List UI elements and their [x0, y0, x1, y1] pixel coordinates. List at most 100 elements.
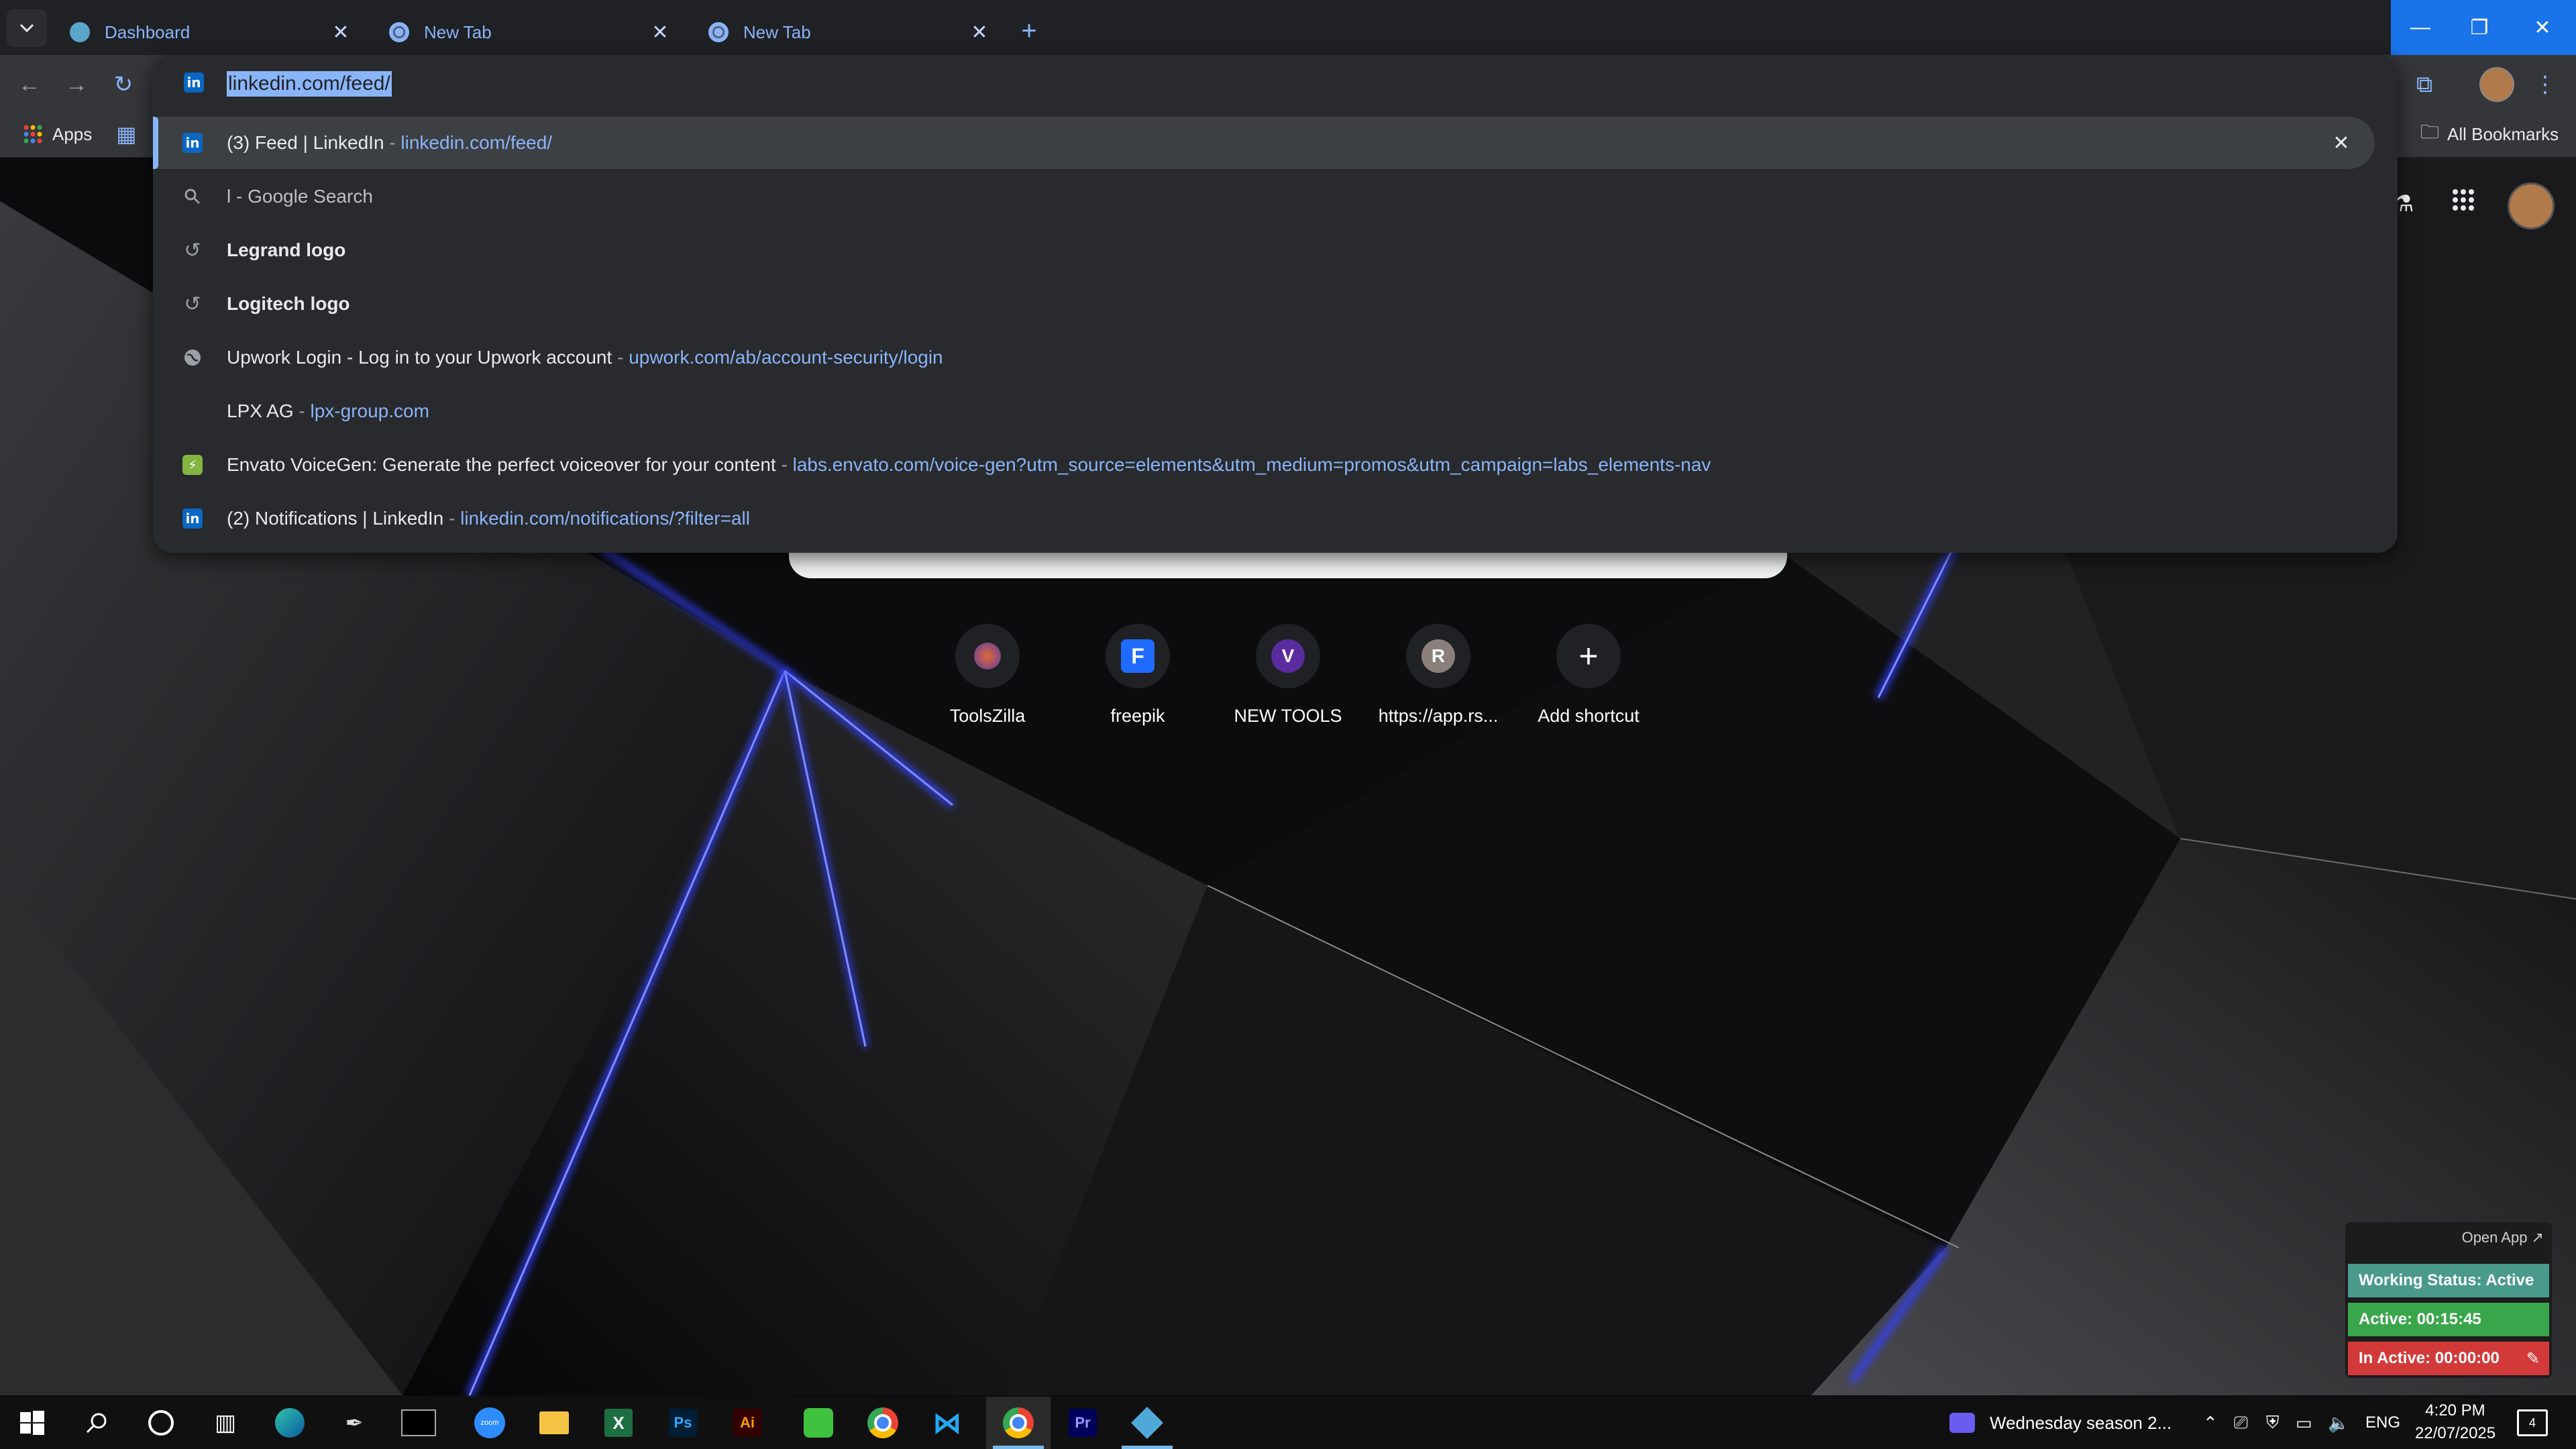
suggestion-text: (2) Notifications | LinkedIn - linkedin.… — [227, 508, 750, 529]
edge-icon[interactable] — [258, 1397, 322, 1449]
search-icon[interactable] — [64, 1397, 129, 1449]
zoom-icon[interactable]: zoom — [458, 1397, 522, 1449]
network-icon[interactable]: ▭ — [2296, 1397, 2312, 1449]
plus-icon: + — [1556, 624, 1621, 688]
system-clock[interactable]: 4:20 PM 22/07/2025 — [2415, 1399, 2496, 1445]
restore-button[interactable]: ❐ — [2450, 0, 2509, 55]
illustrator-icon[interactable]: Ai — [715, 1397, 780, 1449]
shortcut-toolszilla[interactable]: ToolsZilla — [914, 624, 1061, 727]
suggestion-text: Upwork Login - Log in to your Upwork acc… — [227, 347, 943, 368]
green-app-icon[interactable] — [786, 1397, 851, 1449]
tab-new-tab-2[interactable]: New Tab ✕ — [692, 9, 1008, 55]
new-tab-button[interactable]: + — [1012, 13, 1046, 48]
shortcut-label: https://app.rs... — [1378, 706, 1499, 726]
suggestion-text: Logitech logo — [227, 293, 350, 314]
excel-icon[interactable]: X — [586, 1397, 651, 1449]
profile-avatar[interactable] — [2478, 66, 2516, 103]
cortana-icon[interactable] — [129, 1397, 193, 1449]
shortcut-label: ToolsZilla — [949, 706, 1026, 726]
file-explorer-icon[interactable] — [522, 1397, 586, 1449]
tab-title: New Tab — [424, 21, 492, 42]
edit-pencil-icon[interactable]: ✎ — [2526, 1349, 2540, 1368]
account-avatar[interactable] — [2508, 182, 2555, 229]
apps-label: Apps — [52, 123, 93, 144]
suggestion-upwork-login[interactable]: Upwork Login - Log in to your Upwork acc… — [153, 331, 2398, 384]
inactive-time-bar: In Active: 00:00:00 ✎ — [2348, 1342, 2549, 1375]
close-tab-icon[interactable]: ✕ — [648, 20, 672, 44]
photoshop-icon[interactable]: Ps — [651, 1397, 715, 1449]
globe-icon — [181, 346, 204, 369]
linkedin-icon: in — [184, 72, 204, 93]
terminal-icon[interactable] — [386, 1397, 451, 1449]
apps-bookmark[interactable]: Apps ▦ — [23, 119, 137, 149]
history-icon: ↺ — [184, 239, 201, 262]
suggestion-text: l - Google Search — [227, 186, 373, 207]
shortcut-add[interactable]: + Add shortcut — [1515, 624, 1662, 727]
google-apps-button[interactable] — [2451, 188, 2475, 215]
address-input[interactable]: linkedin.com/feed/ — [227, 68, 392, 99]
pen-tool-icon[interactable]: ✒ — [322, 1397, 386, 1449]
suggestion-google-search[interactable]: l - Google Search — [153, 170, 2398, 223]
remove-suggestion-icon[interactable]: ✕ — [2328, 129, 2355, 156]
time-tracker-widget: Open App ↗ Working Status: Active Active… — [2345, 1222, 2552, 1378]
close-window-button[interactable]: ✕ — [2509, 0, 2576, 55]
task-view-icon[interactable]: ▥ — [193, 1397, 258, 1449]
shortcut-label: Add shortcut — [1538, 706, 1640, 726]
suggestion-envato-voicegen[interactable]: ⚡ Envato VoiceGen: Generate the perfect … — [153, 439, 2398, 491]
working-status-bar: Working Status: Active — [2348, 1264, 2549, 1297]
blank-favicon-icon — [181, 400, 204, 423]
media-app-icon — [1949, 1413, 1975, 1433]
tracker-app-icon[interactable] — [1115, 1397, 1179, 1449]
vscode-icon[interactable]: ⋈ — [915, 1397, 979, 1449]
windows-start-icon[interactable] — [0, 1397, 64, 1449]
forward-arrow-icon[interactable]: → — [58, 66, 95, 103]
extensions-icon[interactable]: ⧉ — [2406, 66, 2443, 103]
chrome-favicon-icon — [708, 22, 729, 42]
show-hidden-icons-icon[interactable]: ⌃ — [2203, 1397, 2218, 1449]
media-player-tray[interactable]: Wednesday season 2... — [1949, 1397, 2171, 1449]
letter-r-icon: R — [1406, 624, 1470, 688]
google-apps-grid-icon — [2453, 189, 2474, 211]
freepik-icon: F — [1106, 624, 1170, 688]
suggestion-linkedin-notifications[interactable]: in (2) Notifications | LinkedIn - linked… — [153, 492, 2398, 545]
minimize-button[interactable]: — — [2391, 0, 2450, 55]
tab-search-button[interactable] — [7, 9, 47, 47]
suggestion-lpx-ag[interactable]: LPX AG - lpx-group.com — [153, 385, 2398, 437]
close-tab-icon[interactable]: ✕ — [967, 20, 991, 44]
shortcut-freepik[interactable]: F freepik — [1064, 624, 1212, 727]
open-app-link[interactable]: Open App ↗ — [2462, 1229, 2544, 1246]
linkedin-icon: in — [181, 131, 204, 154]
clock-date: 22/07/2025 — [2415, 1424, 2496, 1442]
back-arrow-icon[interactable]: ← — [11, 66, 48, 103]
linkedin-icon: in — [181, 507, 204, 530]
menu-kebab-icon[interactable]: ⋮ — [2526, 66, 2564, 103]
close-tab-icon[interactable]: ✕ — [329, 20, 353, 44]
all-bookmarks-button[interactable]: 🗀 All Bookmarks — [2420, 119, 2559, 149]
suggestion-logitech-logo[interactable]: ↺ Logitech logo — [153, 278, 2398, 330]
chevron-down-icon — [19, 23, 34, 33]
tab-new-tab-1[interactable]: New Tab ✕ — [373, 9, 688, 55]
premiere-icon[interactable]: Pr — [1051, 1397, 1115, 1449]
meet-now-icon[interactable]: ⎚ — [2234, 1397, 2248, 1449]
security-icon[interactable]: ⛨ — [2266, 1397, 2279, 1449]
tab-dashboard[interactable]: Dashboard ✕ — [54, 9, 369, 55]
search-icon — [181, 185, 204, 208]
language-indicator[interactable]: ENG — [2364, 1397, 2402, 1449]
chrome-icon[interactable] — [851, 1397, 915, 1449]
suggestion-text: Legrand logo — [227, 239, 346, 260]
envato-icon: ⚡ — [181, 453, 204, 476]
reload-icon[interactable]: ↻ — [105, 66, 142, 103]
notifications-icon[interactable]: 4 — [2517, 1397, 2548, 1449]
suggestion-text: LPX AG - lpx-group.com — [227, 400, 429, 421]
suggestion-linkedin-feed[interactable]: in (3) Feed | LinkedIn - linkedin.com/fe… — [153, 117, 2375, 169]
tab-groups-icon[interactable]: ▦ — [116, 121, 136, 147]
address-bar[interactable]: in linkedin.com/feed/ — [153, 55, 2398, 114]
chrome-profile-icon[interactable] — [986, 1397, 1051, 1449]
tab-title: Dashboard — [105, 21, 191, 42]
suggestion-legrand-logo[interactable]: ↺ Legrand logo — [153, 224, 2398, 276]
shortcut-app-rs[interactable]: R https://app.rs... — [1364, 624, 1512, 727]
dashboard-favicon-icon — [70, 22, 90, 42]
omnibox-dropdown: in linkedin.com/feed/ in (3) Feed | Link… — [153, 55, 2398, 553]
shortcut-new-tools[interactable]: V NEW TOOLS — [1214, 624, 1362, 727]
volume-icon[interactable]: 🔈 — [2328, 1397, 2349, 1449]
